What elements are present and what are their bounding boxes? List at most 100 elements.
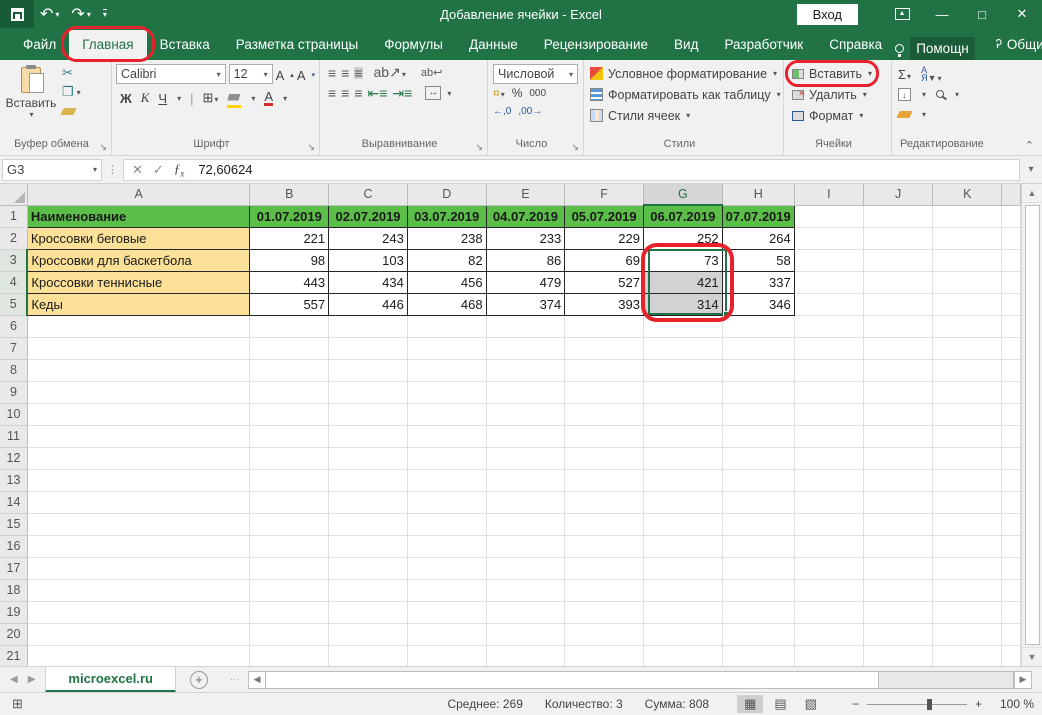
- tell-me-assistant[interactable]: Помощн: [910, 37, 975, 60]
- collapse-ribbon-button[interactable]: ⌃: [1025, 139, 1034, 152]
- cell-I2[interactable]: [794, 227, 863, 249]
- cell-J9[interactable]: [863, 381, 932, 403]
- cell-B15[interactable]: [250, 513, 329, 535]
- cell-E19[interactable]: [486, 601, 565, 623]
- row-header-15[interactable]: 15: [0, 513, 27, 535]
- cell-J3[interactable]: [863, 249, 932, 271]
- bold-button[interactable]: Ж: [120, 91, 132, 106]
- cell-A7[interactable]: [27, 337, 250, 359]
- cell-B17[interactable]: [250, 557, 329, 579]
- cell-J13[interactable]: [863, 469, 932, 491]
- cell-E20[interactable]: [486, 623, 565, 645]
- fill-color-button[interactable]: [227, 89, 241, 108]
- cell-E16[interactable]: [486, 535, 565, 557]
- cell-x8[interactable]: [1002, 359, 1021, 381]
- cell-I16[interactable]: [794, 535, 863, 557]
- cell-x10[interactable]: [1002, 403, 1021, 425]
- cell-F21[interactable]: [565, 645, 644, 666]
- cell-F20[interactable]: [565, 623, 644, 645]
- cell-G7[interactable]: [643, 337, 722, 359]
- cell-D9[interactable]: [407, 381, 486, 403]
- align-top-button[interactable]: ≡: [328, 67, 336, 79]
- cell-F19[interactable]: [565, 601, 644, 623]
- cell-x9[interactable]: [1002, 381, 1021, 403]
- cell-G8[interactable]: [643, 359, 722, 381]
- cell-H2[interactable]: 264: [722, 227, 794, 249]
- close-button[interactable]: ✕: [1002, 0, 1042, 28]
- align-middle-button[interactable]: ≡: [341, 67, 349, 79]
- cell-A10[interactable]: [27, 403, 250, 425]
- cell-x13[interactable]: [1002, 469, 1021, 491]
- cell-K18[interactable]: [933, 579, 1002, 601]
- cell-E17[interactable]: [486, 557, 565, 579]
- row-header-7[interactable]: 7: [0, 337, 27, 359]
- cell-D21[interactable]: [407, 645, 486, 666]
- decrease-decimal-button[interactable]: ,00→: [518, 106, 542, 117]
- cell-K20[interactable]: [933, 623, 1002, 645]
- cell-C7[interactable]: [329, 337, 408, 359]
- page-break-view-button[interactable]: ▧: [798, 695, 824, 713]
- shrink-font-button[interactable]: А▾: [297, 64, 315, 86]
- zoom-slider-thumb[interactable]: [927, 699, 932, 710]
- row-header-12[interactable]: 12: [0, 447, 27, 469]
- cell-J21[interactable]: [863, 645, 932, 666]
- cell-K7[interactable]: [933, 337, 1002, 359]
- cell-A21[interactable]: [27, 645, 250, 666]
- cell-K15[interactable]: [933, 513, 1002, 535]
- cell-G20[interactable]: [643, 623, 722, 645]
- clear-button[interactable]: [896, 111, 912, 118]
- cell-x3[interactable]: [1002, 249, 1021, 271]
- cell-E13[interactable]: [486, 469, 565, 491]
- tab-help[interactable]: Справка: [816, 30, 895, 60]
- decrease-indent-button[interactable]: ⇤≡: [368, 87, 388, 99]
- cell-B10[interactable]: [250, 403, 329, 425]
- cell-F11[interactable]: [565, 425, 644, 447]
- cell-C5[interactable]: 446: [329, 293, 408, 315]
- cell-K6[interactable]: [933, 315, 1002, 337]
- row-header-8[interactable]: 8: [0, 359, 27, 381]
- cell-x19[interactable]: [1002, 601, 1021, 623]
- name-box[interactable]: G3▾: [2, 159, 102, 181]
- cell-G11[interactable]: [643, 425, 722, 447]
- cell-G1[interactable]: 06.07.2019: [643, 205, 722, 227]
- cell-C15[interactable]: [329, 513, 408, 535]
- cell-x16[interactable]: [1002, 535, 1021, 557]
- merge-center-button[interactable]: ↔: [425, 86, 441, 100]
- cell-F7[interactable]: [565, 337, 644, 359]
- cell-C6[interactable]: [329, 315, 408, 337]
- tab-insert[interactable]: Вставка: [147, 30, 223, 60]
- cell-G17[interactable]: [643, 557, 722, 579]
- cell-x18[interactable]: [1002, 579, 1021, 601]
- cell-G19[interactable]: [643, 601, 722, 623]
- cell-E3[interactable]: 86: [486, 249, 565, 271]
- grow-font-button[interactable]: А▴: [276, 64, 294, 86]
- cell-D4[interactable]: 456: [407, 271, 486, 293]
- column-header-K[interactable]: K: [933, 184, 1002, 205]
- number-format-combo[interactable]: Числовой▾: [493, 64, 578, 84]
- cell-A9[interactable]: [27, 381, 250, 403]
- column-header-H[interactable]: H: [722, 184, 794, 205]
- cell-x17[interactable]: [1002, 557, 1021, 579]
- cell-x15[interactable]: [1002, 513, 1021, 535]
- cell-x20[interactable]: [1002, 623, 1021, 645]
- dialog-launcher-icon[interactable]: ↘: [571, 142, 579, 153]
- column-header-E[interactable]: E: [486, 184, 565, 205]
- cell-K1[interactable]: [933, 205, 1002, 227]
- comma-style-button[interactable]: 000: [529, 88, 546, 99]
- cell-B3[interactable]: 98: [250, 249, 329, 271]
- cell-styles-button[interactable]: Стили ячеек▾: [590, 105, 690, 126]
- cell-I6[interactable]: [794, 315, 863, 337]
- cell-x7[interactable]: [1002, 337, 1021, 359]
- cell-A1[interactable]: Наименование: [27, 205, 250, 227]
- cell-A19[interactable]: [27, 601, 250, 623]
- cell-B11[interactable]: [250, 425, 329, 447]
- align-center-button[interactable]: ≡: [341, 87, 349, 99]
- font-color-button[interactable]: А: [264, 91, 273, 106]
- cell-C3[interactable]: 103: [329, 249, 408, 271]
- cell-E4[interactable]: 479: [486, 271, 565, 293]
- cell-x21[interactable]: [1002, 645, 1021, 666]
- cell-x1[interactable]: [1002, 205, 1021, 227]
- cell-J2[interactable]: [863, 227, 932, 249]
- dialog-launcher-icon[interactable]: ↘: [307, 142, 315, 153]
- cell-G10[interactable]: [643, 403, 722, 425]
